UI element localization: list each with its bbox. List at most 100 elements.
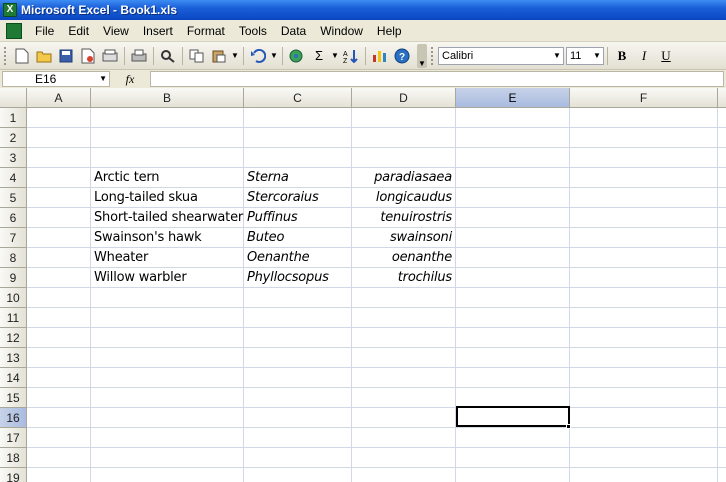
formula-input[interactable] bbox=[150, 71, 724, 87]
row-header-7[interactable]: 7 bbox=[0, 228, 27, 248]
font-size-dropdown-icon[interactable]: ▼ bbox=[591, 48, 603, 64]
research-icon[interactable] bbox=[157, 45, 179, 67]
font-name-dropdown-icon[interactable]: ▼ bbox=[551, 48, 563, 64]
font-size-select[interactable]: 11 ▼ bbox=[566, 46, 604, 65]
menu-window[interactable]: Window bbox=[313, 21, 370, 41]
row-header-12[interactable]: 12 bbox=[0, 328, 27, 348]
cell-d8[interactable]: oenanthe bbox=[392, 248, 452, 268]
active-cell-e16[interactable] bbox=[456, 406, 570, 427]
row-header-1[interactable]: 1 bbox=[0, 108, 27, 128]
menu-tools[interactable]: Tools bbox=[232, 21, 274, 41]
row-header-17[interactable]: 17 bbox=[0, 428, 27, 448]
cell-d7[interactable]: swainsoni bbox=[390, 228, 452, 248]
row-header-9[interactable]: 9 bbox=[0, 268, 27, 288]
toolbar-separator bbox=[365, 46, 366, 65]
column-header-e[interactable]: E bbox=[456, 88, 570, 108]
column-header-f[interactable]: F bbox=[570, 88, 718, 108]
cell-d5[interactable]: longicaudus bbox=[376, 188, 452, 208]
permission-icon[interactable] bbox=[77, 45, 99, 67]
row-header-4[interactable]: 4 bbox=[0, 168, 27, 188]
toolbar-grip[interactable] bbox=[4, 46, 7, 65]
cell-b5[interactable]: Long-tailed skua bbox=[94, 188, 198, 208]
cell-d4[interactable]: paradiasaea bbox=[374, 168, 452, 188]
name-box-dropdown-icon[interactable]: ▼ bbox=[99, 72, 107, 86]
excel-app-icon[interactable]: X bbox=[3, 3, 17, 17]
column-header-g[interactable] bbox=[718, 88, 726, 108]
row-header-19[interactable]: 19 bbox=[0, 468, 27, 482]
undo-icon[interactable] bbox=[247, 45, 269, 67]
name-box[interactable]: E16 ▼ bbox=[2, 71, 110, 87]
bold-button[interactable]: B bbox=[611, 45, 633, 67]
row-header-14[interactable]: 14 bbox=[0, 368, 27, 388]
row-header-8[interactable]: 8 bbox=[0, 248, 27, 268]
cell-c5[interactable]: Stercoraius bbox=[247, 188, 319, 208]
cell-b9[interactable]: Willow warbler bbox=[94, 268, 187, 288]
hyperlink-icon[interactable] bbox=[286, 45, 308, 67]
fill-handle[interactable] bbox=[566, 424, 571, 429]
column-header-c[interactable]: C bbox=[244, 88, 352, 108]
cell-c8[interactable]: Oenanthe bbox=[247, 248, 310, 268]
cell-b7[interactable]: Swainson's hawk bbox=[94, 228, 202, 248]
row-header-2[interactable]: 2 bbox=[0, 128, 27, 148]
column-header-a[interactable]: A bbox=[27, 88, 91, 108]
toolbar-separator bbox=[153, 46, 154, 65]
cell-c4[interactable]: Sterna bbox=[247, 168, 289, 188]
row-header-10[interactable]: 10 bbox=[0, 288, 27, 308]
sort-icon[interactable]: AZ bbox=[340, 45, 362, 67]
toolbar-grip[interactable] bbox=[431, 46, 434, 65]
select-all-corner[interactable] bbox=[0, 88, 27, 108]
font-name-select[interactable]: Calibri ▼ bbox=[438, 46, 564, 65]
row-header-3[interactable]: 3 bbox=[0, 148, 27, 168]
cell-c9[interactable]: Phyllocsopus bbox=[247, 268, 329, 288]
cell-c6[interactable]: Puffinus bbox=[247, 208, 298, 228]
print-icon[interactable] bbox=[128, 45, 150, 67]
worksheet-grid[interactable]: A B C D E F 1 2 3 4 5 6 7 8 9 10 11 12 13 14 15 16 17 18 1… bbox=[0, 88, 726, 482]
row-header-5[interactable]: 5 bbox=[0, 188, 27, 208]
toolbar-separator bbox=[243, 46, 244, 65]
menu-view[interactable]: View bbox=[96, 21, 136, 41]
email-icon[interactable] bbox=[99, 45, 121, 67]
toolbar-separator bbox=[607, 46, 608, 65]
svg-text:?: ? bbox=[399, 52, 405, 63]
copy-icon[interactable] bbox=[186, 45, 208, 67]
row-header-11[interactable]: 11 bbox=[0, 308, 27, 328]
insert-function-icon[interactable]: fx bbox=[110, 72, 150, 87]
italic-button[interactable]: I bbox=[633, 45, 655, 67]
workbook-icon[interactable] bbox=[6, 22, 22, 39]
row-header-15[interactable]: 15 bbox=[0, 388, 27, 408]
row-header-18[interactable]: 18 bbox=[0, 448, 27, 468]
help-icon[interactable]: ? bbox=[391, 45, 413, 67]
row-header-16[interactable]: 16 bbox=[0, 408, 27, 428]
paste-dropdown-icon[interactable]: ▼ bbox=[230, 51, 240, 60]
new-icon[interactable] bbox=[11, 45, 33, 67]
menu-help[interactable]: Help bbox=[370, 21, 409, 41]
cell-b6[interactable]: Short-tailed shearwater bbox=[94, 208, 243, 228]
menu-data[interactable]: Data bbox=[274, 21, 313, 41]
column-header-b[interactable]: B bbox=[91, 88, 244, 108]
menu-insert[interactable]: Insert bbox=[136, 21, 180, 41]
menu-edit[interactable]: Edit bbox=[61, 21, 96, 41]
autosum-icon[interactable]: Σ bbox=[308, 45, 330, 67]
underline-button[interactable]: U bbox=[655, 45, 677, 67]
column-header-d[interactable]: D bbox=[352, 88, 456, 108]
grid-line bbox=[27, 367, 726, 368]
toolbar-options-icon[interactable]: ▼ bbox=[417, 43, 427, 68]
save-icon[interactable] bbox=[55, 45, 77, 67]
cell-d6[interactable]: tenuirostris bbox=[380, 208, 452, 228]
grid-line bbox=[27, 447, 726, 448]
cell-b4[interactable]: Arctic tern bbox=[94, 168, 160, 188]
cell-c7[interactable]: Buteo bbox=[247, 228, 284, 248]
menu-file[interactable]: File bbox=[28, 21, 61, 41]
cell-b8[interactable]: Wheater bbox=[94, 248, 148, 268]
grid-line bbox=[27, 467, 726, 468]
menu-format[interactable]: Format bbox=[180, 21, 232, 41]
row-header-6[interactable]: 6 bbox=[0, 208, 27, 228]
window-title: Microsoft Excel - Book1.xls bbox=[21, 3, 178, 17]
autosum-dropdown-icon[interactable]: ▼ bbox=[330, 51, 340, 60]
chart-icon[interactable] bbox=[369, 45, 391, 67]
cell-d9[interactable]: trochilus bbox=[398, 268, 452, 288]
open-icon[interactable] bbox=[33, 45, 55, 67]
row-header-13[interactable]: 13 bbox=[0, 348, 27, 368]
undo-dropdown-icon[interactable]: ▼ bbox=[269, 51, 279, 60]
paste-icon[interactable] bbox=[208, 45, 230, 67]
